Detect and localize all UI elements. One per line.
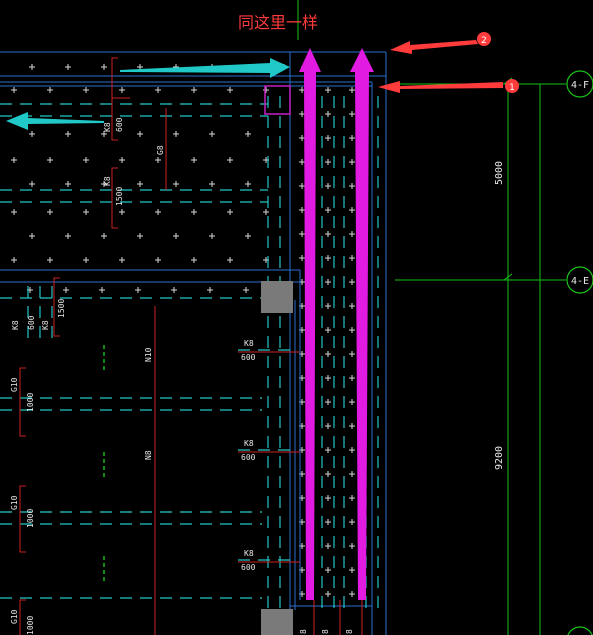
beam-label-8: 8	[345, 629, 354, 634]
beam-label-k8: K8	[244, 439, 254, 448]
beam-label-1000: 1000	[26, 393, 35, 412]
beam-label-600: 600	[115, 117, 124, 132]
beam-label-g10: G10	[10, 609, 19, 624]
beam-label-n8: N8	[144, 450, 153, 460]
beam-label-k8: K8	[41, 320, 50, 330]
grid-tag-label: 4-F	[571, 80, 589, 91]
beam-label-k8: K8	[103, 122, 112, 132]
dimension-9200: 9200	[494, 446, 505, 470]
cad-canvas[interactable]: 1 2 同这里一样 4-F 4-E 5000 9200 K8 600 G8 K8…	[0, 0, 593, 635]
beam-label-g10: G10	[10, 495, 19, 510]
beam-label-8: 8	[299, 629, 308, 634]
beam-label-1000: 1000	[26, 509, 35, 528]
dimension-5000: 5000	[494, 161, 505, 185]
beam-label-k8: K8	[244, 549, 254, 558]
annotation-note: 同这里一样	[238, 13, 318, 32]
beam-label-g8: G8	[156, 145, 165, 155]
grid-tag-label: 4-E	[571, 276, 589, 287]
beam-label-1500: 1500	[115, 187, 124, 206]
marker-2-label: 2	[481, 36, 487, 46]
beam-label-600: 600	[241, 353, 256, 362]
beam-label-1500: 1500	[57, 299, 66, 318]
beam-label-n10: N10	[144, 347, 153, 362]
beam-label-600: 600	[27, 315, 36, 330]
beam-label-k8: K8	[244, 339, 254, 348]
column-block[interactable]	[261, 609, 293, 635]
beam-label-8: 8	[321, 629, 330, 634]
canvas-background	[0, 0, 593, 635]
beam-label-k8: K8	[103, 176, 112, 186]
beam-label-600: 600	[241, 453, 256, 462]
beam-label-1000: 1000	[26, 616, 35, 635]
column-block[interactable]	[261, 281, 293, 313]
beam-label-600: 600	[241, 563, 256, 572]
marker-1-label: 1	[509, 83, 515, 93]
beam-label-k8: K8	[11, 320, 20, 330]
beam-label-g10: G10	[10, 377, 19, 392]
